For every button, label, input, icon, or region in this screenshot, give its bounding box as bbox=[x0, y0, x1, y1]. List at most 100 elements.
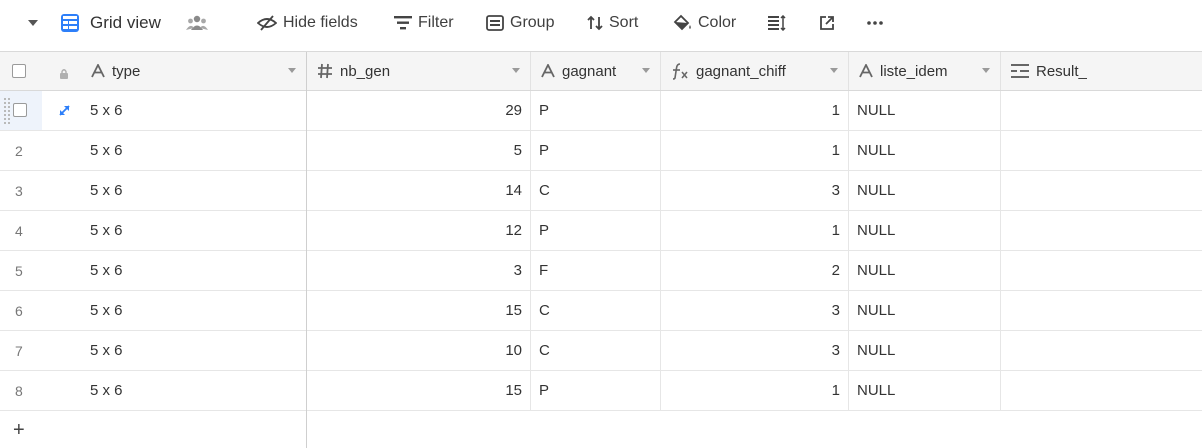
cell-type[interactable]: 5 x 6 bbox=[42, 171, 306, 210]
cell-nb-gen[interactable]: 29 bbox=[307, 91, 531, 130]
select-all-checkbox[interactable] bbox=[0, 52, 42, 90]
column-menu-caret-icon[interactable] bbox=[288, 68, 296, 73]
row-number: 8 bbox=[15, 382, 23, 399]
view-switcher-button[interactable]: Grid view bbox=[60, 0, 161, 46]
hide-fields-button[interactable]: Hide fields bbox=[257, 0, 358, 46]
filter-button[interactable]: Filter bbox=[394, 0, 454, 46]
column-menu-caret-icon[interactable] bbox=[982, 68, 990, 73]
cell-type[interactable]: 5 x 6 bbox=[42, 131, 306, 170]
cell-gagnant[interactable]: P bbox=[531, 371, 661, 410]
column-header-nb-gen[interactable]: nb_gen bbox=[307, 52, 531, 90]
cell-nb-gen[interactable]: 5 bbox=[307, 131, 531, 170]
cell-result[interactable] bbox=[1001, 371, 1202, 410]
cell-result[interactable] bbox=[1001, 291, 1202, 330]
column-header-label: type bbox=[112, 62, 141, 80]
row-number: 2 bbox=[15, 142, 23, 159]
cell-gagnant[interactable]: C bbox=[531, 171, 661, 210]
column-header-gagnant-chiff[interactable]: gagnant_chiff bbox=[661, 52, 849, 90]
cell-nb-gen[interactable]: 12 bbox=[307, 211, 531, 250]
drag-handle-icon[interactable] bbox=[3, 97, 11, 125]
cell-liste-idem[interactable]: NULL bbox=[849, 331, 1001, 370]
cell-nb-gen[interactable]: 14 bbox=[307, 171, 531, 210]
row-checkbox[interactable] bbox=[13, 103, 27, 117]
cell-liste-idem[interactable]: NULL bbox=[849, 291, 1001, 330]
cell-liste-idem[interactable]: NULL bbox=[849, 131, 1001, 170]
cell-result[interactable] bbox=[1001, 171, 1202, 210]
cell-gagnant-chiff[interactable]: 3 bbox=[661, 291, 849, 330]
cell-result[interactable] bbox=[1001, 211, 1202, 250]
collaborators-icon[interactable] bbox=[186, 0, 208, 46]
view-menu-caret-icon[interactable] bbox=[27, 0, 39, 46]
cell-gagnant-chiff[interactable]: 3 bbox=[661, 171, 849, 210]
table-row[interactable]: 2 5 x 6 5 P 1 NULL bbox=[0, 131, 1202, 171]
sort-button[interactable]: Sort bbox=[587, 0, 638, 46]
cell-gagnant-chiff[interactable]: 1 bbox=[661, 211, 849, 250]
view-toolbar: Grid view Hide fields Filter Group Sort bbox=[0, 0, 1202, 46]
column-header-result[interactable]: Result_ bbox=[1001, 52, 1202, 90]
row-height-icon[interactable] bbox=[768, 0, 786, 46]
cell-nb-gen[interactable]: 15 bbox=[307, 291, 531, 330]
table-row[interactable]: 4 5 x 6 12 P 1 NULL bbox=[0, 211, 1202, 251]
view-name: Grid view bbox=[90, 13, 161, 32]
grid-view-icon bbox=[60, 13, 80, 33]
color-button[interactable]: Color bbox=[672, 0, 736, 46]
cell-type[interactable]: 5 x 6 bbox=[42, 331, 306, 370]
cell-nb-gen[interactable]: 10 bbox=[307, 331, 531, 370]
cell-type[interactable]: 5 x 6 bbox=[42, 251, 306, 290]
group-button[interactable]: Group bbox=[486, 0, 554, 46]
column-menu-caret-icon[interactable] bbox=[642, 68, 650, 73]
cell-liste-idem[interactable]: NULL bbox=[849, 211, 1001, 250]
more-options-icon[interactable] bbox=[866, 0, 884, 46]
cell-gagnant[interactable]: F bbox=[531, 251, 661, 290]
table-row[interactable]: 6 5 x 6 15 C 3 NULL bbox=[0, 291, 1202, 331]
filter-icon bbox=[394, 16, 412, 30]
cell-gagnant-chiff[interactable]: 2 bbox=[661, 251, 849, 290]
text-field-icon bbox=[91, 64, 105, 78]
column-header-liste-idem[interactable]: liste_idem bbox=[849, 52, 1001, 90]
column-menu-caret-icon[interactable] bbox=[830, 68, 838, 73]
cell-liste-idem[interactable]: NULL bbox=[849, 171, 1001, 210]
text-field-icon bbox=[541, 64, 555, 78]
cell-result[interactable] bbox=[1001, 91, 1202, 130]
column-header-label: gagnant bbox=[562, 62, 617, 80]
cell-result[interactable] bbox=[1001, 251, 1202, 290]
cell-gagnant[interactable]: C bbox=[531, 331, 661, 370]
column-header-gagnant[interactable]: gagnant bbox=[531, 52, 661, 90]
cell-result[interactable] bbox=[1001, 131, 1202, 170]
share-external-icon[interactable] bbox=[819, 0, 835, 46]
cell-liste-idem[interactable]: NULL bbox=[849, 371, 1001, 410]
cell-gagnant-chiff[interactable]: 1 bbox=[661, 91, 849, 130]
cell-gagnant[interactable]: P bbox=[531, 91, 661, 130]
hide-fields-label: Hide fields bbox=[283, 14, 358, 31]
cell-gagnant-chiff[interactable]: 3 bbox=[661, 331, 849, 370]
cell-type[interactable]: 5 x 6 bbox=[42, 291, 306, 330]
cell-type[interactable]: 5 x 6 bbox=[42, 371, 306, 410]
cell-gagnant[interactable]: P bbox=[531, 131, 661, 170]
cell-result[interactable] bbox=[1001, 331, 1202, 370]
number-field-icon bbox=[317, 63, 333, 79]
cell-type[interactable]: 5 x 6 bbox=[42, 211, 306, 250]
column-header-label: liste_idem bbox=[880, 62, 948, 80]
cell-gagnant-chiff[interactable]: 1 bbox=[661, 131, 849, 170]
cell-nb-gen[interactable]: 15 bbox=[307, 371, 531, 410]
cell-nb-gen[interactable]: 3 bbox=[307, 251, 531, 290]
column-header-type[interactable]: type bbox=[42, 52, 306, 90]
cell-liste-idem[interactable]: NULL bbox=[849, 91, 1001, 130]
column-menu-caret-icon[interactable] bbox=[512, 68, 520, 73]
table-row[interactable]: 7 5 x 6 10 C 3 NULL bbox=[0, 331, 1202, 371]
column-header-label: gagnant_chiff bbox=[696, 62, 786, 80]
hide-fields-icon bbox=[257, 15, 277, 31]
cell-gagnant[interactable]: C bbox=[531, 291, 661, 330]
cell-gagnant-chiff[interactable]: 1 bbox=[661, 371, 849, 410]
sort-label: Sort bbox=[609, 14, 639, 31]
table-row[interactable]: 35 x 6 14 C 3 NULL bbox=[0, 171, 1202, 211]
column-header-label: Result_ bbox=[1036, 62, 1087, 80]
row-number: 6 bbox=[15, 302, 23, 319]
cell-gagnant[interactable]: P bbox=[531, 211, 661, 250]
cell-liste-idem[interactable]: NULL bbox=[849, 251, 1001, 290]
table-row[interactable]: 8 5 x 6 15 P 1 NULL bbox=[0, 371, 1202, 411]
add-record-button[interactable]: + bbox=[0, 412, 306, 448]
table-row[interactable]: 5 5 x 6 3 F 2 NULL bbox=[0, 251, 1202, 291]
cell-type[interactable]: 5 x 6 bbox=[42, 91, 306, 130]
table-row[interactable]: 5 x 6 29 P 1 NULL bbox=[0, 91, 1202, 131]
